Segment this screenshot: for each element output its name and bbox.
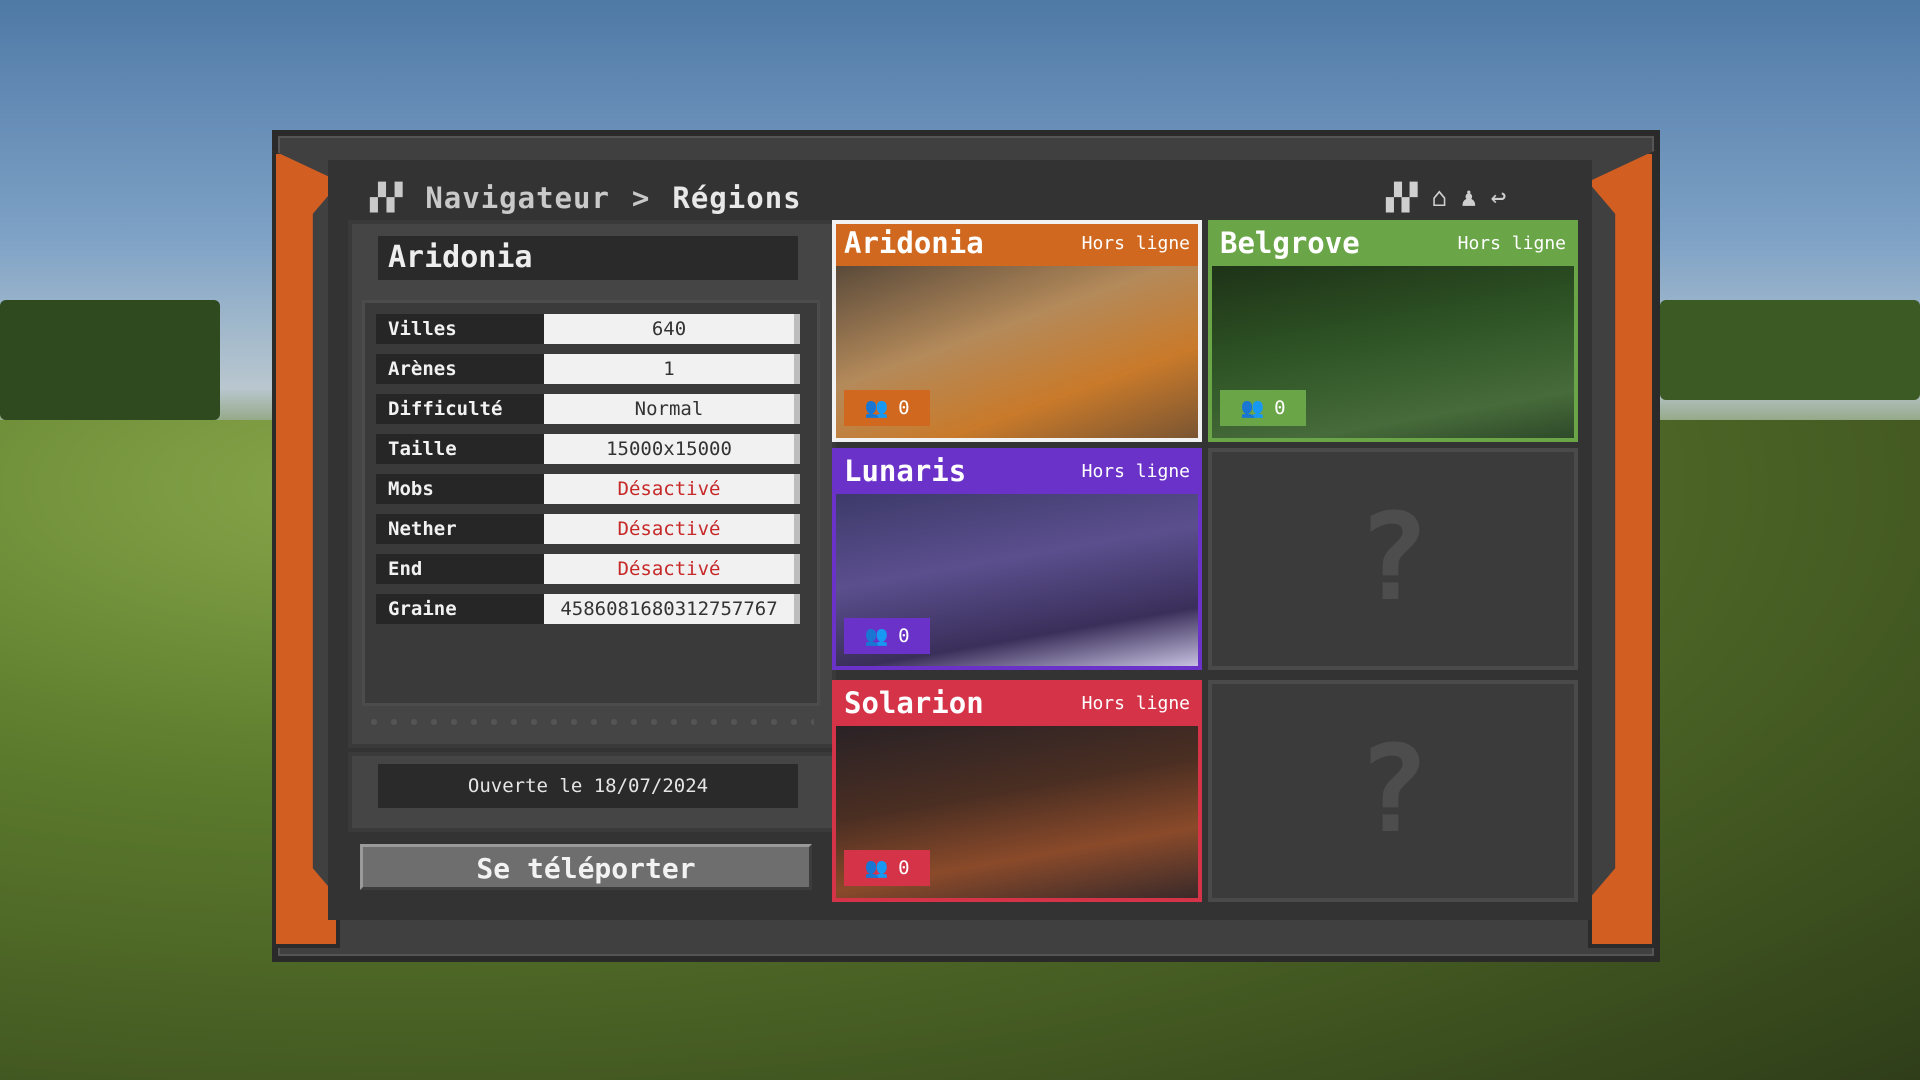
card-status: Hors ligne xyxy=(1081,232,1190,254)
stat-row: Villes 640 xyxy=(376,314,800,344)
player-count: 0 xyxy=(1274,397,1286,419)
stat-label: Villes xyxy=(376,314,544,344)
player-count-badge: 👥 0 xyxy=(844,390,930,426)
profile-icon[interactable]: ♟ xyxy=(1461,183,1477,213)
stat-value: 15000x15000 xyxy=(544,434,800,464)
tree-right xyxy=(1660,300,1920,400)
card-status: Hors ligne xyxy=(1081,692,1190,714)
stat-value: Désactivé xyxy=(544,554,800,584)
stat-value: Désactivé xyxy=(544,474,800,504)
player-count: 0 xyxy=(898,625,910,647)
stat-row: End Désactivé xyxy=(376,554,800,584)
stat-label: Mobs xyxy=(376,474,544,504)
empty-region-slot: ? xyxy=(1208,448,1578,670)
card-header: Solarion Hors ligne xyxy=(836,684,1198,722)
stat-label: Arènes xyxy=(376,354,544,384)
breadcrumb-current: Régions xyxy=(672,181,802,215)
card-name: Lunaris xyxy=(844,454,967,488)
question-mark-icon: ? xyxy=(1356,721,1430,860)
player-count: 0 xyxy=(898,857,910,879)
question-mark-icon: ? xyxy=(1356,489,1430,628)
region-card-lunaris[interactable]: Lunaris Hors ligne 👥 0 xyxy=(832,448,1202,670)
opening-date: Ouverte le 18/07/2024 xyxy=(378,764,798,808)
stat-label: Difficulté xyxy=(376,394,544,424)
stat-value: 640 xyxy=(544,314,800,344)
player-count-badge: 👥 0 xyxy=(844,850,930,886)
players-icon: 👥 xyxy=(1240,397,1265,419)
back-icon[interactable]: ↩ xyxy=(1491,183,1507,213)
divider-dots xyxy=(364,718,814,726)
region-name: Aridonia xyxy=(378,236,798,280)
region-card-aridonia[interactable]: Aridonia Hors ligne 👥 0 xyxy=(832,220,1202,442)
stat-row: Mobs Désactivé xyxy=(376,474,800,504)
stat-value: Désactivé xyxy=(544,514,800,544)
card-header: Lunaris Hors ligne xyxy=(836,452,1198,490)
teleport-button[interactable]: Se téléporter xyxy=(360,844,812,890)
breadcrumb: ▞▞ Navigateur > Régions xyxy=(370,178,802,218)
home-icon[interactable]: ⌂ xyxy=(1431,183,1447,213)
stat-label: Graine xyxy=(376,594,544,624)
card-header: Aridonia Hors ligne xyxy=(836,224,1198,262)
tree-left xyxy=(0,300,220,420)
stat-label: Taille xyxy=(376,434,544,464)
stat-row: Taille 15000x15000 xyxy=(376,434,800,464)
region-card-solarion[interactable]: Solarion Hors ligne 👥 0 xyxy=(832,680,1202,902)
region-card-belgrove[interactable]: Belgrove Hors ligne 👥 0 xyxy=(1208,220,1578,442)
player-count-badge: 👥 0 xyxy=(1220,390,1306,426)
player-count: 0 xyxy=(898,397,910,419)
header-toolbar: ▞▞ ⌂ ♟ ↩ xyxy=(1386,183,1506,213)
stat-label: Nether xyxy=(376,514,544,544)
breadcrumb-separator: > xyxy=(631,181,651,215)
map-icon: ▞▞ xyxy=(370,183,404,213)
card-name: Aridonia xyxy=(844,226,984,260)
players-icon: 👥 xyxy=(864,625,889,647)
card-name: Solarion xyxy=(844,686,984,720)
card-status: Hors ligne xyxy=(1081,460,1190,482)
stat-value: 1 xyxy=(544,354,800,384)
player-count-badge: 👥 0 xyxy=(844,618,930,654)
card-status: Hors ligne xyxy=(1457,232,1566,254)
players-icon: 👥 xyxy=(864,397,889,419)
stat-value: Normal xyxy=(544,394,800,424)
stat-label: End xyxy=(376,554,544,584)
card-name: Belgrove xyxy=(1220,226,1360,260)
stat-row: Arènes 1 xyxy=(376,354,800,384)
empty-region-slot: ? xyxy=(1208,680,1578,902)
breadcrumb-root[interactable]: Navigateur xyxy=(425,181,610,215)
stat-row: Difficulté Normal xyxy=(376,394,800,424)
players-icon: 👥 xyxy=(864,857,889,879)
stat-row: Graine 4586081680312757767 xyxy=(376,594,800,624)
stat-row: Nether Désactivé xyxy=(376,514,800,544)
stat-value: 4586081680312757767 xyxy=(544,594,800,624)
card-header: Belgrove Hors ligne xyxy=(1212,224,1574,262)
map-icon[interactable]: ▞▞ xyxy=(1386,183,1417,213)
